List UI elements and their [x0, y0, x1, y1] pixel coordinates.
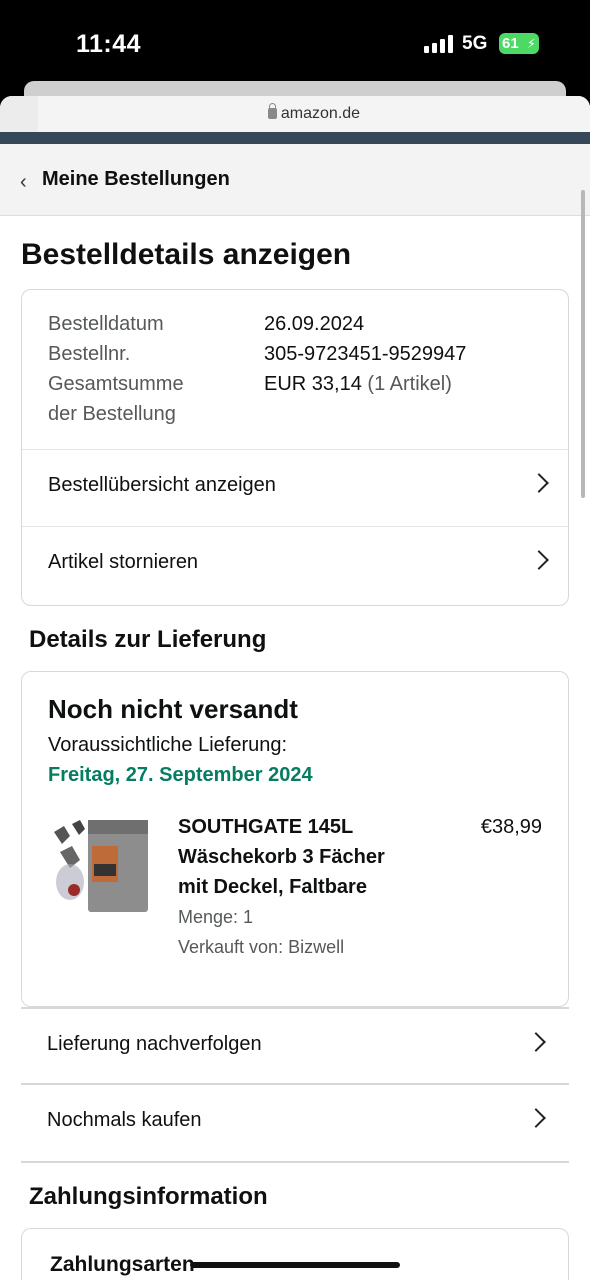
product-seller: Verkauft von: Bizwell — [178, 937, 345, 957]
payment-card: Zahlungsarten — [21, 1228, 569, 1280]
home-indicator[interactable] — [190, 1262, 400, 1268]
order-date-value: 26.09.2024 — [264, 313, 365, 335]
order-total-value: EUR 33,14 (1 Artikel) — [264, 373, 452, 395]
back-link-label[interactable]: Meine Bestellungen — [42, 168, 230, 191]
chevron-right-icon — [529, 550, 549, 570]
charging-icon: ⚡ — [526, 36, 536, 51]
order-date-label: Bestelldatum — [48, 313, 164, 335]
signal-icon — [424, 35, 454, 53]
order-number-label: Bestellnr. — [48, 343, 131, 365]
shipping-status: Noch nicht versandt — [48, 694, 298, 724]
product-name[interactable]: SOUTHGATE 145L Wäschekorb 3 Fächer mit D… — [178, 812, 418, 902]
eta-date: Freitag, 27. September 2024 — [48, 764, 313, 786]
scrollbar[interactable] — [581, 190, 585, 498]
chevron-left-icon: ‹ — [20, 171, 27, 193]
track-delivery-button[interactable]: Lieferung nachverfolgen — [21, 1009, 569, 1086]
back-navigation[interactable]: ‹ Meine Bestellungen — [0, 144, 590, 216]
page-title: Bestelldetails anzeigen — [21, 238, 352, 271]
eta-label: Voraussichtliche Lieferung: — [48, 734, 288, 756]
delivery-card: Noch nicht versandt Voraussichtliche Lie… — [21, 671, 569, 1007]
battery-icon: 61 ⚡ — [499, 33, 539, 54]
delivery-heading: Details zur Lieferung — [29, 626, 267, 653]
url-text: amazon.de — [280, 105, 361, 122]
chevron-right-icon — [526, 1032, 546, 1052]
view-order-summary-link[interactable]: Bestellübersicht anzeigen — [22, 449, 568, 526]
payment-heading: Zahlungsinformation — [29, 1183, 268, 1210]
battery-level: 61 — [502, 35, 519, 52]
clock: 11:44 — [76, 30, 142, 58]
status-bar: 11:44 5G 61 ⚡ — [0, 0, 590, 90]
chevron-right-icon — [526, 1108, 546, 1128]
url-bar[interactable]: amazon.de — [0, 96, 590, 132]
divider — [21, 1161, 569, 1163]
product-image[interactable] — [48, 812, 152, 916]
chevron-right-icon — [529, 473, 549, 493]
network-type: 5G — [462, 33, 488, 54]
lock-icon — [267, 103, 277, 119]
product-quantity: Menge: 1 — [178, 907, 254, 927]
payment-methods-label: Zahlungsarten — [50, 1253, 195, 1276]
order-summary-card: Bestelldatum 26.09.2024 Bestellnr. 305-9… — [21, 289, 569, 606]
order-total-label: Gesamtsumme der Bestellung — [48, 373, 184, 425]
order-number-value: 305-9723451-9529947 — [264, 343, 467, 365]
cancel-items-link[interactable]: Artikel stornieren — [22, 526, 568, 603]
item-count: (1 Artikel) — [367, 373, 452, 395]
site-nav-strip — [0, 132, 590, 144]
product-price: €38,99 — [480, 816, 542, 838]
buy-again-button[interactable]: Nochmals kaufen — [21, 1085, 569, 1162]
browser-sheet: amazon.de ‹ Meine Bestellungen Bestellde… — [0, 96, 590, 1280]
